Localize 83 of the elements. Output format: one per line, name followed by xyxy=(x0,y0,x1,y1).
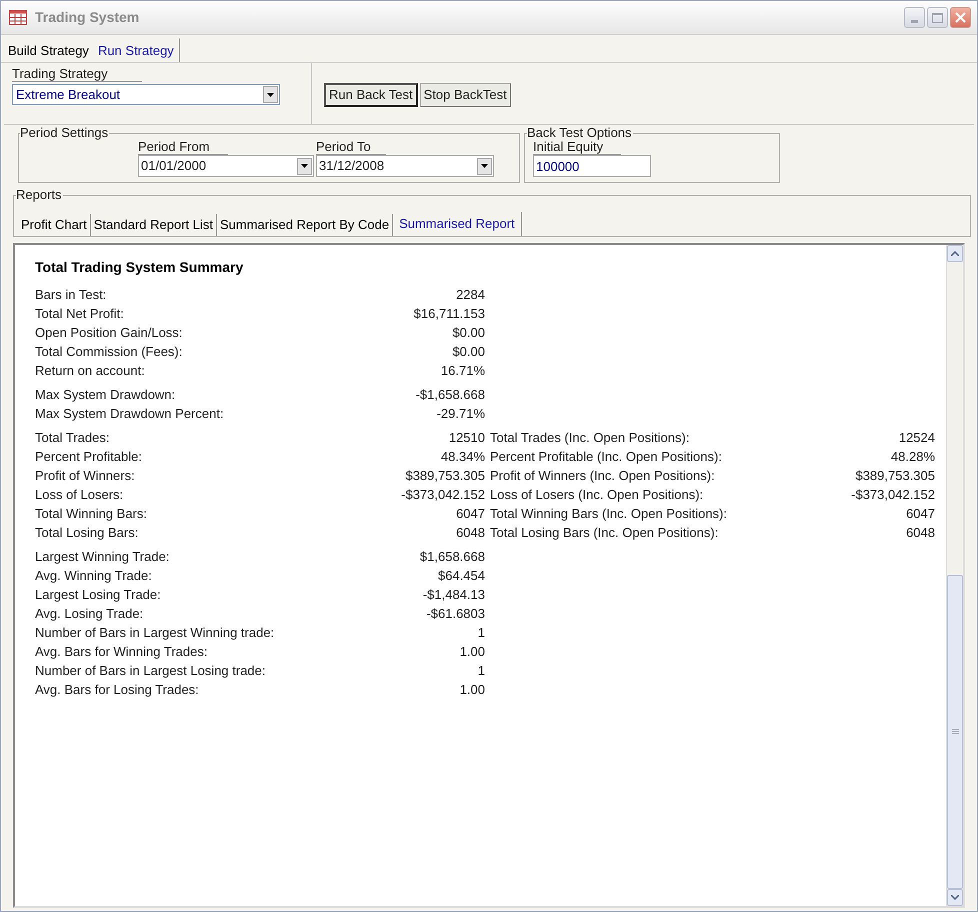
table-icon xyxy=(9,10,27,25)
row-value: 1.00 xyxy=(458,681,485,699)
row-value: 12524 xyxy=(898,429,935,447)
row-label: Avg. Bars for Losing Trades: xyxy=(35,681,200,699)
row-value: 1.00 xyxy=(458,643,485,661)
row-label: Profit of Winners (Inc. Open Positions): xyxy=(489,467,716,485)
row-value: 48.34% xyxy=(440,448,485,466)
row-label: Max System Drawdown: xyxy=(35,386,176,404)
row-label: Total Trades (Inc. Open Positions): xyxy=(489,429,690,447)
window-title: Trading System xyxy=(35,8,140,27)
report-tab[interactable]: Summarised Report By Code xyxy=(216,214,394,236)
row-label: Total Trades: xyxy=(35,429,110,447)
row-label: Bars in Test: xyxy=(35,286,108,304)
row-label: Total Net Profit: xyxy=(35,305,125,323)
row-value: 6048 xyxy=(455,524,485,542)
row-label: Total Losing Bars: xyxy=(35,524,140,542)
row-value: -$1,658.668 xyxy=(414,386,485,404)
row-value: 2284 xyxy=(455,286,485,304)
close-button[interactable] xyxy=(950,7,971,28)
maximize-button[interactable] xyxy=(927,7,948,28)
row-label: Largest Winning Trade: xyxy=(35,548,170,566)
group-title: Period Settings xyxy=(20,126,110,140)
scroll-up-button[interactable] xyxy=(947,245,963,262)
row-label: Avg. Losing Trade: xyxy=(35,605,144,623)
row-label: Percent Profitable: xyxy=(35,448,143,466)
date-dropdown[interactable]: 01/01/2000 xyxy=(138,155,314,177)
minimize-icon xyxy=(911,20,918,23)
initial-equity-field[interactable]: 100000 xyxy=(533,155,651,177)
row-value: 16.71% xyxy=(440,362,485,380)
row-value: -$373,042.152 xyxy=(400,486,485,504)
row-value: 6047 xyxy=(905,505,935,523)
row-label: Profit of Winners: xyxy=(35,467,136,485)
group-title: Reports xyxy=(16,188,63,202)
maximize-icon xyxy=(932,12,943,22)
minimize-button[interactable] xyxy=(904,7,925,28)
row-value: $0.00 xyxy=(451,343,485,361)
row-value: $389,753.305 xyxy=(404,467,485,485)
row-value: $16,711.153 xyxy=(412,305,485,323)
row-label: Largest Losing Trade: xyxy=(35,586,162,604)
report-tab[interactable]: Summarised Report xyxy=(393,212,522,236)
tab[interactable]: Build Strategy xyxy=(4,40,93,62)
row-value: -29.71% xyxy=(436,405,485,423)
row-label: Avg. Bars for Winning Trades: xyxy=(35,643,208,661)
row-value: -$61.6803 xyxy=(425,605,485,623)
row-value: 48.28% xyxy=(890,448,935,466)
scroll-thumb[interactable] xyxy=(947,575,963,889)
row-value: $389,753.305 xyxy=(854,467,935,485)
row-value: 1 xyxy=(476,662,485,680)
group-title: Back Test Options xyxy=(527,126,633,140)
report-tab[interactable]: Profit Chart xyxy=(18,214,91,236)
row-label: Number of Bars in Largest Losing trade: xyxy=(35,662,267,680)
row-label: Total Winning Bars: xyxy=(35,505,148,523)
report-tab[interactable]: Standard Report List xyxy=(90,214,217,236)
row-label: Return on account: xyxy=(35,362,146,380)
row-value: $1,658.668 xyxy=(418,548,485,566)
row-value: 12510 xyxy=(448,429,485,447)
scroll-down-button[interactable] xyxy=(947,889,963,906)
row-label: Percent Profitable (Inc. Open Positions): xyxy=(489,448,723,466)
row-label: Total Commission (Fees): xyxy=(35,343,184,361)
row-value: $0.00 xyxy=(451,324,485,342)
action-button[interactable]: Run Back Test xyxy=(324,82,418,106)
row-value: 6048 xyxy=(905,524,935,542)
row-value: 6047 xyxy=(455,505,485,523)
row-value: $64.454 xyxy=(437,567,485,585)
row-label: Avg. Winning Trade: xyxy=(35,567,153,585)
strategy-dropdown[interactable]: Extreme Breakout xyxy=(12,84,280,105)
action-button[interactable]: Stop BackTest xyxy=(420,82,511,106)
grip-icon xyxy=(952,729,958,735)
row-label: Number of Bars in Largest Winning trade: xyxy=(35,624,276,642)
row-label: Total Losing Bars (Inc. Open Positions): xyxy=(489,524,720,542)
scrollbar[interactable] xyxy=(946,245,963,906)
row-label: Open Position Gain/Loss: xyxy=(35,324,184,342)
row-value: -$1,484.13 xyxy=(422,586,485,604)
row-value: -$373,042.152 xyxy=(850,486,935,504)
row-label: Total Winning Bars (Inc. Open Positions): xyxy=(489,505,728,523)
row-value: 1 xyxy=(476,624,485,642)
field-label: Trading Strategy xyxy=(12,67,142,82)
report-title: Total Trading System Summary xyxy=(35,258,244,277)
close-icon xyxy=(955,12,966,23)
row-label: Loss of Losers (Inc. Open Positions): xyxy=(489,486,704,504)
date-dropdown[interactable]: 31/12/2008 xyxy=(316,155,494,177)
row-label: Max System Drawdown Percent: xyxy=(35,405,225,423)
row-label: Loss of Losers: xyxy=(35,486,124,504)
